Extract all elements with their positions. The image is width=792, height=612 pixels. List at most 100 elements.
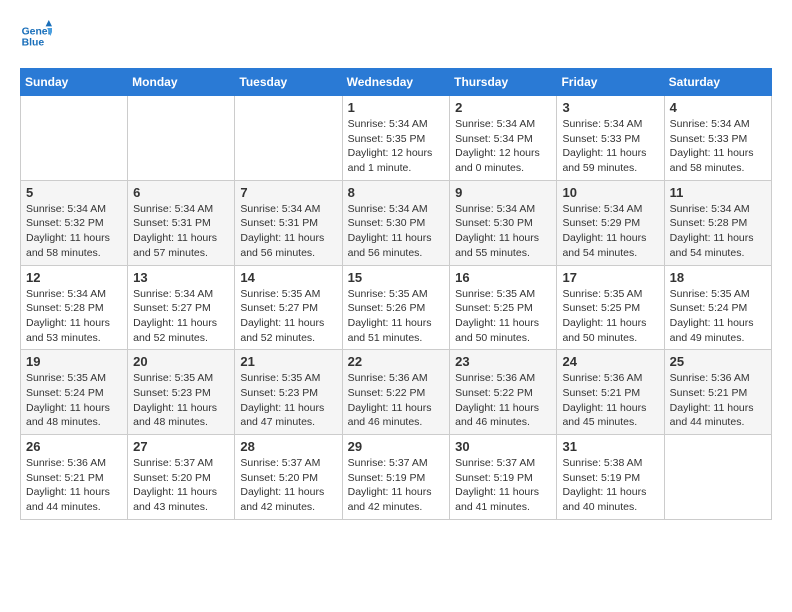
calendar-cell: 4 Sunrise: 5:34 AM Sunset: 5:33 PM Daylig… (664, 96, 771, 181)
day-info: Sunrise: 5:34 AM Sunset: 5:28 PM Dayligh… (26, 287, 122, 346)
day-number: 6 (133, 185, 229, 200)
calendar-cell: 1 Sunrise: 5:34 AM Sunset: 5:35 PM Daylig… (342, 96, 450, 181)
svg-text:Blue: Blue (22, 38, 45, 49)
calendar-cell: 16 Sunrise: 5:35 AM Sunset: 5:25 PM Dayli… (450, 265, 557, 350)
day-number: 20 (133, 354, 229, 369)
day-number: 25 (670, 354, 766, 369)
day-info: Sunrise: 5:34 AM Sunset: 5:27 PM Dayligh… (133, 287, 229, 346)
calendar-cell: 8 Sunrise: 5:34 AM Sunset: 5:30 PM Daylig… (342, 180, 450, 265)
day-info: Sunrise: 5:34 AM Sunset: 5:33 PM Dayligh… (562, 117, 658, 176)
calendar-cell: 22 Sunrise: 5:36 AM Sunset: 5:22 PM Dayli… (342, 350, 450, 435)
calendar-cell: 27 Sunrise: 5:37 AM Sunset: 5:20 PM Dayli… (128, 435, 235, 520)
day-number: 12 (26, 270, 122, 285)
day-number: 19 (26, 354, 122, 369)
day-number: 21 (240, 354, 336, 369)
logo: General Blue (20, 20, 56, 52)
day-number: 10 (562, 185, 658, 200)
day-number: 16 (455, 270, 551, 285)
calendar-cell: 9 Sunrise: 5:34 AM Sunset: 5:30 PM Daylig… (450, 180, 557, 265)
day-info: Sunrise: 5:35 AM Sunset: 5:26 PM Dayligh… (348, 287, 445, 346)
day-info: Sunrise: 5:35 AM Sunset: 5:24 PM Dayligh… (26, 371, 122, 430)
day-number: 8 (348, 185, 445, 200)
header-monday: Monday (128, 69, 235, 96)
day-number: 13 (133, 270, 229, 285)
calendar-cell: 20Sunrise: 5:35 AM Sunset: 5:23 PM Dayli… (128, 350, 235, 435)
day-info: Sunrise: 5:34 AM Sunset: 5:33 PM Dayligh… (670, 117, 766, 176)
calendar-cell: 28 Sunrise: 5:37 AM Sunset: 5:20 PM Dayli… (235, 435, 342, 520)
calendar-cell (21, 96, 128, 181)
day-info: Sunrise: 5:34 AM Sunset: 5:30 PM Dayligh… (455, 202, 551, 261)
logo-icon: General Blue (20, 20, 52, 52)
day-info: Sunrise: 5:35 AM Sunset: 5:24 PM Dayligh… (670, 287, 766, 346)
day-number: 23 (455, 354, 551, 369)
day-info: Sunrise: 5:36 AM Sunset: 5:22 PM Dayligh… (348, 371, 445, 430)
calendar-cell: 17 Sunrise: 5:35 AM Sunset: 5:25 PM Dayli… (557, 265, 664, 350)
calendar-cell: 14 Sunrise: 5:35 AM Sunset: 5:27 PM Dayli… (235, 265, 342, 350)
header-friday: Friday (557, 69, 664, 96)
calendar-cell (235, 96, 342, 181)
day-number: 31 (562, 439, 658, 454)
day-info: Sunrise: 5:34 AM Sunset: 5:30 PM Dayligh… (348, 202, 445, 261)
day-number: 17 (562, 270, 658, 285)
calendar-cell: 5 Sunrise: 5:34 AM Sunset: 5:32 PM Daylig… (21, 180, 128, 265)
week-row-0: 1 Sunrise: 5:34 AM Sunset: 5:35 PM Daylig… (21, 96, 772, 181)
calendar-cell: 19 Sunrise: 5:35 AM Sunset: 5:24 PM Dayli… (21, 350, 128, 435)
day-number: 22 (348, 354, 445, 369)
day-info: Sunrise: 5:37 AM Sunset: 5:19 PM Dayligh… (455, 456, 551, 515)
header-saturday: Saturday (664, 69, 771, 96)
week-row-1: 5 Sunrise: 5:34 AM Sunset: 5:32 PM Daylig… (21, 180, 772, 265)
calendar-cell: 2 Sunrise: 5:34 AM Sunset: 5:34 PM Daylig… (450, 96, 557, 181)
day-number: 29 (348, 439, 445, 454)
day-number: 2 (455, 100, 551, 115)
calendar-cell: 10Sunrise: 5:34 AM Sunset: 5:29 PM Dayli… (557, 180, 664, 265)
calendar-cell: 23 Sunrise: 5:36 AM Sunset: 5:22 PM Dayli… (450, 350, 557, 435)
day-info: Sunrise: 5:34 AM Sunset: 5:28 PM Dayligh… (670, 202, 766, 261)
week-row-2: 12 Sunrise: 5:34 AM Sunset: 5:28 PM Dayli… (21, 265, 772, 350)
day-number: 28 (240, 439, 336, 454)
day-info: Sunrise: 5:35 AM Sunset: 5:25 PM Dayligh… (455, 287, 551, 346)
day-number: 4 (670, 100, 766, 115)
day-number: 1 (348, 100, 445, 115)
day-number: 7 (240, 185, 336, 200)
day-number: 3 (562, 100, 658, 115)
day-number: 5 (26, 185, 122, 200)
calendar-cell (128, 96, 235, 181)
header-wednesday: Wednesday (342, 69, 450, 96)
week-row-4: 26 Sunrise: 5:36 AM Sunset: 5:21 PM Dayli… (21, 435, 772, 520)
day-number: 27 (133, 439, 229, 454)
calendar-cell (664, 435, 771, 520)
calendar-cell: 24 Sunrise: 5:36 AM Sunset: 5:21 PM Dayli… (557, 350, 664, 435)
day-info: Sunrise: 5:35 AM Sunset: 5:25 PM Dayligh… (562, 287, 658, 346)
calendar-cell: 15Sunrise: 5:35 AM Sunset: 5:26 PM Dayli… (342, 265, 450, 350)
day-number: 11 (670, 185, 766, 200)
day-info: Sunrise: 5:36 AM Sunset: 5:21 PM Dayligh… (562, 371, 658, 430)
header-thursday: Thursday (450, 69, 557, 96)
day-info: Sunrise: 5:37 AM Sunset: 5:20 PM Dayligh… (240, 456, 336, 515)
day-info: Sunrise: 5:34 AM Sunset: 5:35 PM Dayligh… (348, 117, 445, 176)
header-tuesday: Tuesday (235, 69, 342, 96)
calendar-cell: 12 Sunrise: 5:34 AM Sunset: 5:28 PM Dayli… (21, 265, 128, 350)
calendar-cell: 25 Sunrise: 5:36 AM Sunset: 5:21 PM Dayli… (664, 350, 771, 435)
day-info: Sunrise: 5:36 AM Sunset: 5:21 PM Dayligh… (670, 371, 766, 430)
header-sunday: Sunday (21, 69, 128, 96)
day-info: Sunrise: 5:37 AM Sunset: 5:20 PM Dayligh… (133, 456, 229, 515)
day-info: Sunrise: 5:34 AM Sunset: 5:32 PM Dayligh… (26, 202, 122, 261)
day-info: Sunrise: 5:36 AM Sunset: 5:21 PM Dayligh… (26, 456, 122, 515)
calendar-cell: 21 Sunrise: 5:35 AM Sunset: 5:23 PM Dayli… (235, 350, 342, 435)
day-info: Sunrise: 5:34 AM Sunset: 5:31 PM Dayligh… (133, 202, 229, 261)
day-number: 26 (26, 439, 122, 454)
day-number: 14 (240, 270, 336, 285)
calendar-cell: 30Sunrise: 5:37 AM Sunset: 5:19 PM Dayli… (450, 435, 557, 520)
day-number: 24 (562, 354, 658, 369)
calendar-table: SundayMondayTuesdayWednesdayThursdayFrid… (20, 68, 772, 520)
day-info: Sunrise: 5:38 AM Sunset: 5:19 PM Dayligh… (562, 456, 658, 515)
calendar-header-row: SundayMondayTuesdayWednesdayThursdayFrid… (21, 69, 772, 96)
calendar-cell: 26 Sunrise: 5:36 AM Sunset: 5:21 PM Dayli… (21, 435, 128, 520)
calendar-cell: 29Sunrise: 5:37 AM Sunset: 5:19 PM Dayli… (342, 435, 450, 520)
day-info: Sunrise: 5:35 AM Sunset: 5:27 PM Dayligh… (240, 287, 336, 346)
day-info: Sunrise: 5:36 AM Sunset: 5:22 PM Dayligh… (455, 371, 551, 430)
day-info: Sunrise: 5:35 AM Sunset: 5:23 PM Dayligh… (240, 371, 336, 430)
day-number: 9 (455, 185, 551, 200)
calendar-cell: 18Sunrise: 5:35 AM Sunset: 5:24 PM Dayli… (664, 265, 771, 350)
day-info: Sunrise: 5:34 AM Sunset: 5:34 PM Dayligh… (455, 117, 551, 176)
